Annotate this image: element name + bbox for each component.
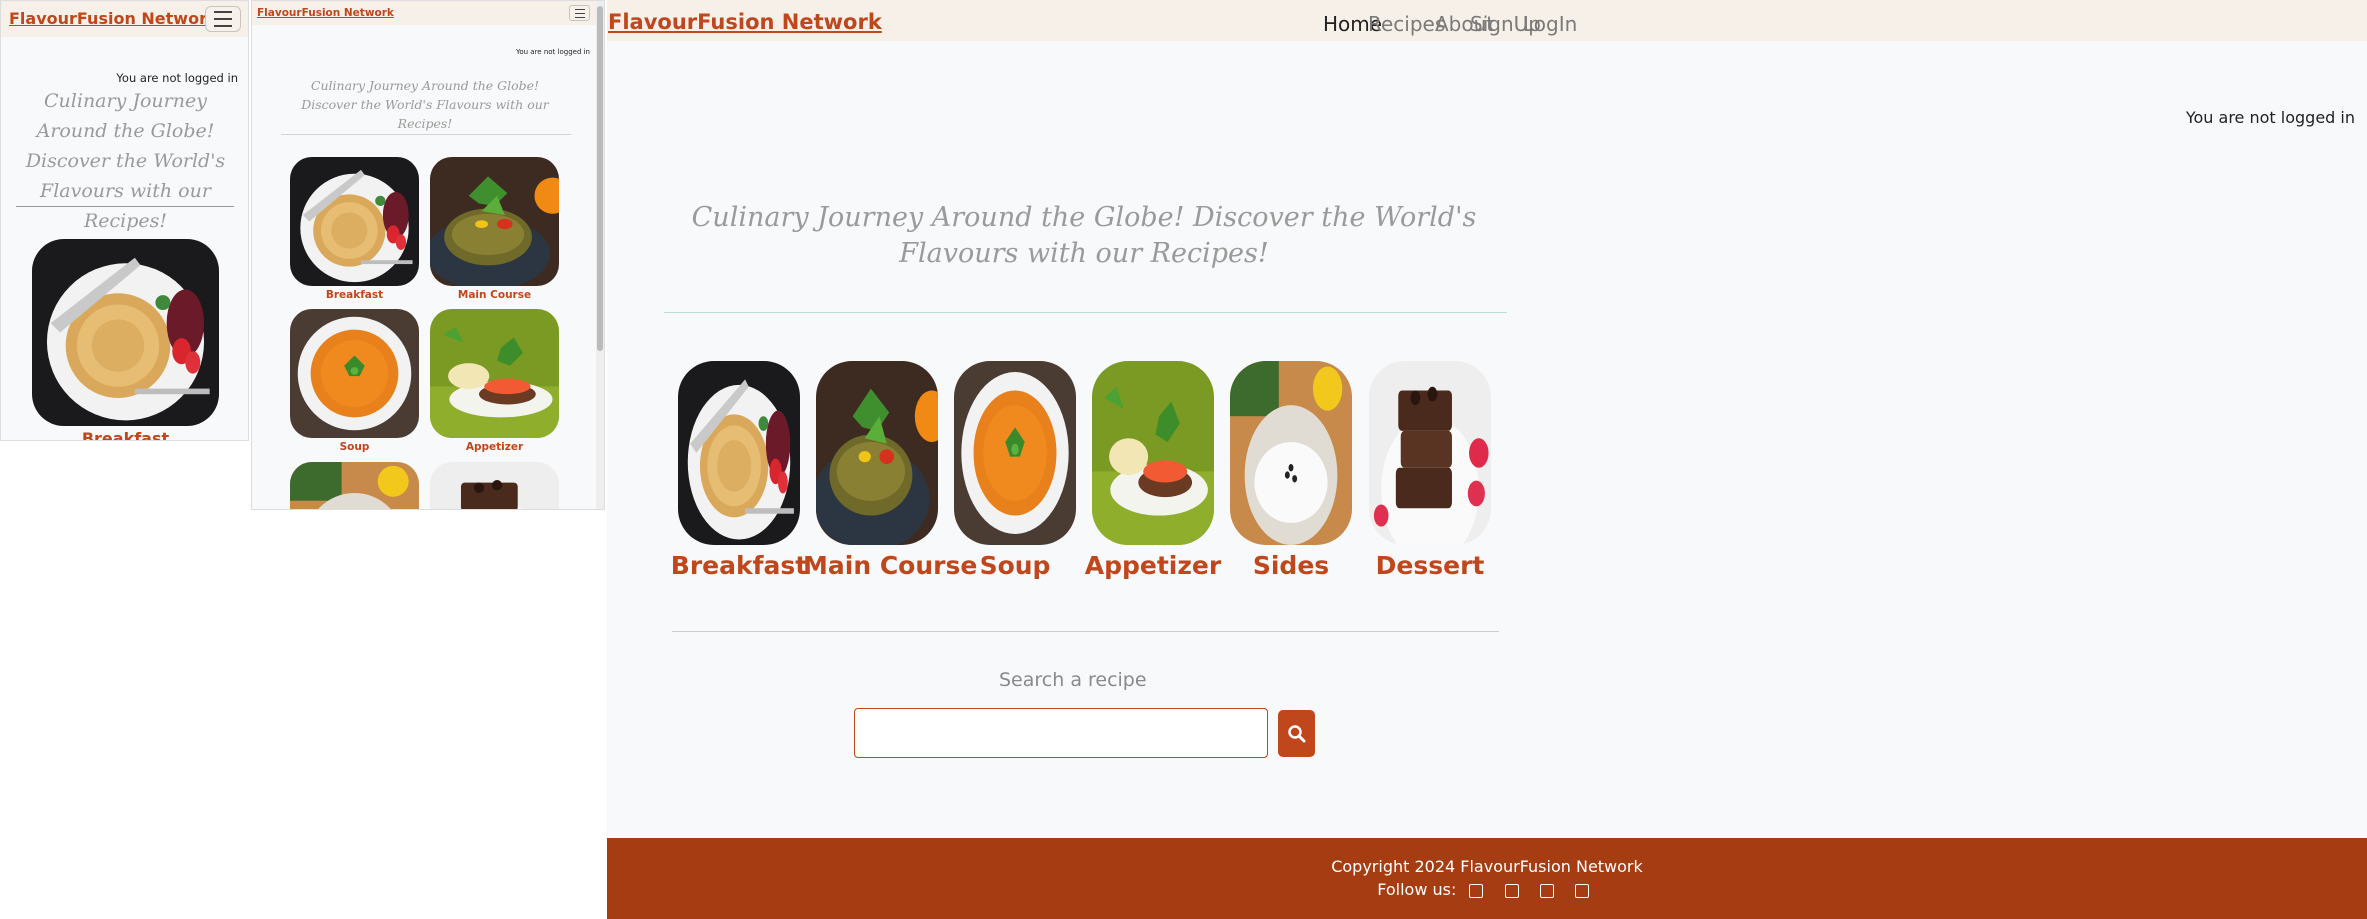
brand-link[interactable]: FlavourFusion Network [9,9,218,28]
navbar: FlavourFusion Network Home Recipes About… [607,0,2367,41]
copyright: Copyright 2024 FlavourFusion Network [1331,857,1643,876]
category-label-appetizer[interactable]: Appetizer [1079,551,1227,580]
login-status: You are not logged in [116,71,238,85]
tagline: Culinary Journey Around the Globe! Disco… [301,78,549,131]
tagline: Culinary Journey Around the Globe! Disco… [691,202,1477,269]
divider [16,206,234,207]
search-icon [1287,724,1305,742]
category-label-soup[interactable]: Soup [941,551,1089,580]
navbar: FlavourFusion Network [252,1,598,25]
category-image-dessert[interactable] [1369,361,1491,545]
scrollbar[interactable] [596,1,604,509]
category-label-main-course[interactable]: Main Course [803,551,977,580]
divider [672,631,1499,632]
category-label-main-course[interactable]: Main Course [430,289,559,301]
category-image-sides[interactable] [290,462,419,510]
category-label-dessert[interactable]: Dessert [1356,551,1504,580]
category-label-breakfast[interactable]: Breakfast [32,429,219,440]
category-label-breakfast[interactable]: Breakfast [665,551,813,580]
search-label: Search a recipe [999,669,1147,691]
category-image-main-course[interactable] [816,361,938,545]
twitter-icon[interactable] [1504,883,1519,898]
category-image-dessert[interactable] [430,462,559,510]
brand-link[interactable]: FlavourFusion Network [608,10,882,34]
category-label-sides[interactable]: Sides [1217,551,1365,580]
scrollbar-thumb[interactable] [597,6,603,351]
category-image-appetizer[interactable] [430,309,559,438]
divider [664,312,1507,313]
search-button[interactable] [1278,710,1315,757]
youtube-icon[interactable] [1574,883,1589,898]
navbar: FlavourFusion Network [1,1,248,37]
category-image-soup[interactable] [290,309,419,438]
brand-link[interactable]: FlavourFusion Network [257,7,394,19]
desktop-viewport-frame: FlavourFusion Network Home Recipes About… [607,0,2367,919]
hamburger-icon[interactable] [205,6,241,32]
footer: Copyright 2024 FlavourFusion Network Fol… [607,838,2367,919]
category-image-breakfast[interactable] [678,361,800,545]
login-status: You are not logged in [516,48,590,56]
tagline: Culinary Journey Around the Globe! Disco… [25,90,226,232]
category-image-breakfast[interactable] [290,157,419,286]
category-image-appetizer[interactable] [1092,361,1214,545]
follow-us: Follow us: [607,880,2367,899]
category-label-soup[interactable]: Soup [290,441,419,453]
nav-login[interactable]: LogIn [1523,12,1577,36]
facebook-icon[interactable] [1469,883,1484,898]
category-image-sides[interactable] [1230,361,1352,545]
category-image-breakfast[interactable] [32,239,219,426]
search-input[interactable] [854,708,1268,758]
login-status: You are not logged in [2185,108,2355,127]
instagram-icon[interactable] [1539,883,1554,898]
mobile-viewport-frame: FlavourFusion Network You are not logged… [0,0,249,441]
divider [281,134,571,135]
category-image-soup[interactable] [954,361,1076,545]
nav-recipes[interactable]: Recipes [1368,12,1445,36]
category-label-appetizer[interactable]: Appetizer [430,441,559,453]
category-label-breakfast[interactable]: Breakfast [290,289,419,301]
tablet-viewport-frame: FlavourFusion Network You are not logged… [251,0,605,510]
follow-label: Follow us: [1377,880,1457,899]
category-image-main-course[interactable] [430,157,559,286]
hamburger-icon[interactable] [569,5,590,21]
